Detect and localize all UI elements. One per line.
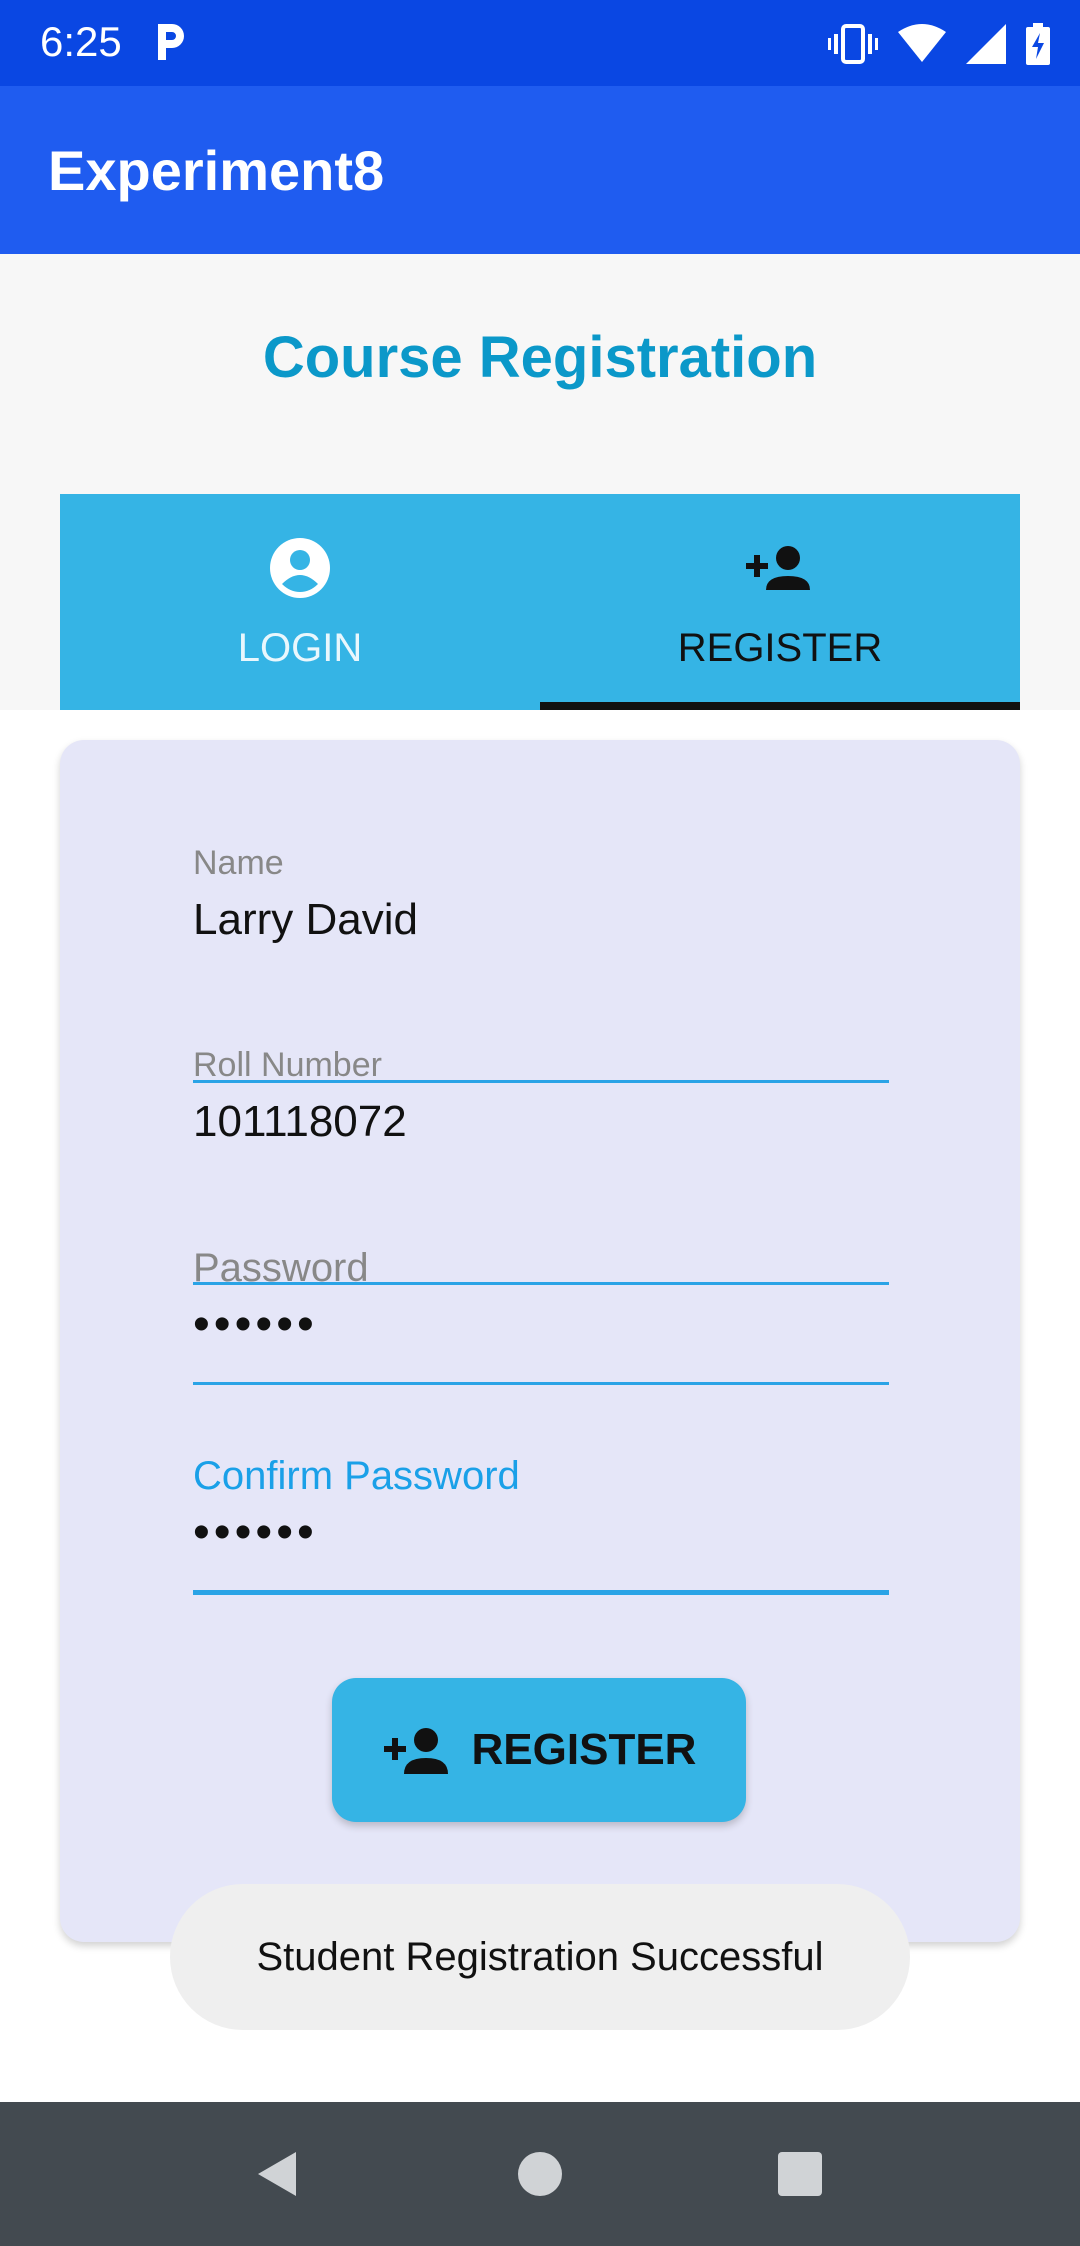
name-input[interactable]: Larry David bbox=[193, 895, 889, 945]
password-input[interactable]: •••••• bbox=[193, 1297, 889, 1352]
registration-card: Name Larry David Roll Number 101118072 P… bbox=[60, 740, 1020, 1942]
toast-text: Student Registration Successful bbox=[256, 1934, 824, 1979]
vibrate-icon bbox=[828, 24, 878, 64]
confirm-password-underline bbox=[193, 1590, 889, 1595]
tab-login-label: LOGIN bbox=[237, 626, 363, 670]
p-icon bbox=[158, 24, 184, 60]
tab-bar: LOGIN REGISTER bbox=[60, 494, 1020, 710]
tab-login[interactable]: LOGIN bbox=[60, 494, 540, 710]
toast: Student Registration Successful bbox=[170, 1884, 910, 2030]
wifi-icon bbox=[898, 24, 946, 62]
person-add-icon bbox=[383, 1728, 448, 1774]
password-label: Password bbox=[193, 1246, 369, 1290]
roll-number-input[interactable]: 101118072 bbox=[193, 1097, 889, 1147]
roll-number-field[interactable]: Roll Number 101118072 bbox=[193, 1046, 889, 1285]
tab-register[interactable]: REGISTER bbox=[540, 494, 1020, 710]
signal-icon bbox=[966, 24, 1006, 64]
register-button[interactable]: REGISTER bbox=[332, 1678, 746, 1822]
roll-number-label: Roll Number bbox=[193, 1046, 382, 1084]
password-field[interactable]: Password •••••• bbox=[193, 1246, 889, 1385]
status-icons bbox=[828, 22, 1050, 66]
app-title: Experiment8 bbox=[48, 139, 385, 202]
status-time: 6:25 bbox=[40, 18, 122, 65]
register-button-label: REGISTER bbox=[471, 1725, 697, 1774]
name-label: Name bbox=[193, 844, 284, 882]
tab-register-label: REGISTER bbox=[677, 626, 883, 670]
status-bar: 6:25 bbox=[0, 0, 1080, 86]
back-icon[interactable] bbox=[250, 2146, 306, 2202]
name-field[interactable]: Name Larry David bbox=[193, 844, 889, 1083]
tab-selected-indicator bbox=[540, 702, 1020, 710]
confirm-password-field[interactable]: Confirm Password •••••• bbox=[193, 1454, 889, 1595]
password-underline bbox=[193, 1382, 889, 1385]
app-bar: Experiment8 bbox=[0, 86, 1080, 254]
home-icon[interactable] bbox=[512, 2146, 568, 2202]
battery-charging-icon bbox=[1026, 23, 1050, 65]
page-title: Course Registration bbox=[262, 325, 818, 390]
person-add-icon bbox=[746, 546, 810, 590]
confirm-password-input[interactable]: •••••• bbox=[193, 1505, 889, 1560]
account-circle-icon bbox=[270, 538, 330, 598]
nav-bar bbox=[0, 2102, 1080, 2246]
recents-icon[interactable] bbox=[772, 2146, 828, 2202]
confirm-password-label: Confirm Password bbox=[193, 1454, 520, 1498]
